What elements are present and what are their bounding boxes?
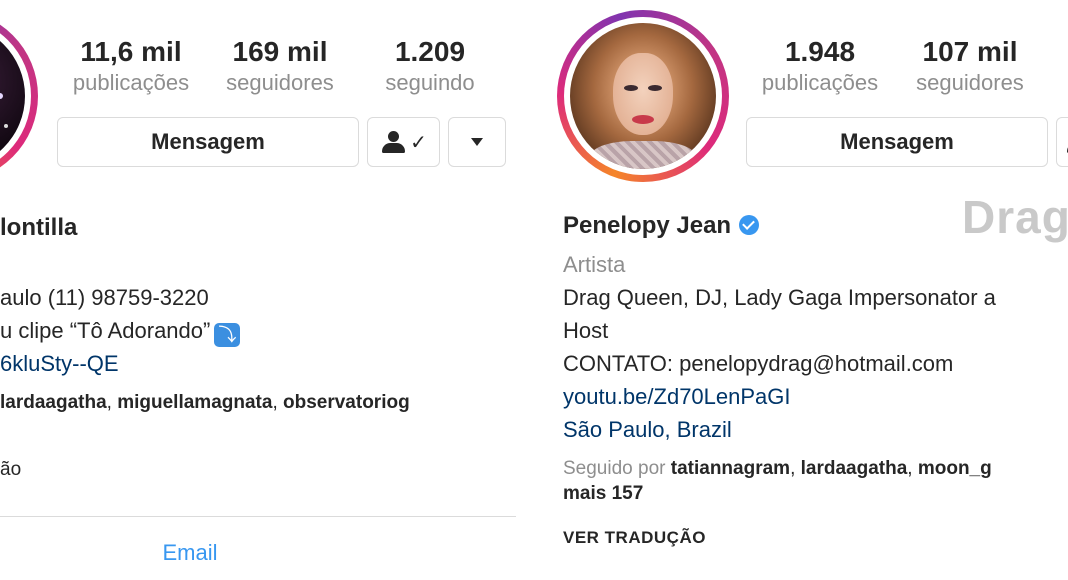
message-button[interactable]: Mensagem bbox=[57, 117, 359, 167]
bio-line: Drag Queen, DJ, Lady Gaga Impersonator a bbox=[563, 285, 996, 310]
bio-line: CONTATO: penelopydrag@hotmail.com bbox=[563, 351, 954, 376]
stat-posts[interactable]: 11,6 mil publicações bbox=[56, 36, 206, 96]
chevron-down-icon bbox=[471, 138, 483, 146]
following-label: seguindo bbox=[385, 70, 475, 95]
email-button[interactable]: Email bbox=[130, 540, 250, 566]
stat-following[interactable]: 1.209 seguindo bbox=[355, 36, 505, 96]
profile-name: Penelopy Jean bbox=[563, 212, 760, 240]
stat-posts[interactable]: 1.948 publicações bbox=[745, 36, 895, 96]
bio-line: aulo (11) 98759-3220 bbox=[0, 285, 209, 310]
posts-label: publicações bbox=[761, 70, 879, 95]
following-button[interactable] bbox=[1056, 117, 1068, 167]
verified-badge-icon bbox=[739, 215, 760, 235]
avatar-photo bbox=[570, 23, 716, 169]
profile-category: Artista bbox=[563, 252, 626, 277]
divider bbox=[0, 516, 516, 517]
posts-count: 11,6 mil bbox=[80, 36, 182, 67]
stat-followers[interactable]: 169 mil seguidores bbox=[205, 36, 355, 96]
bio-line: u clipe “Tô Adorando” ⤵ bbox=[0, 317, 241, 347]
posts-label: publicações bbox=[72, 70, 190, 95]
following-button[interactable]: ✓ bbox=[367, 117, 440, 167]
profile-panel-left: 11,6 mil publicações 169 mil seguidores … bbox=[0, 0, 534, 580]
stat-followers[interactable]: 107 mil seguidores bbox=[895, 36, 1045, 96]
bio-link[interactable]: youtu.be/Zd70LenPaGI bbox=[563, 383, 791, 411]
check-icon: ✓ bbox=[410, 131, 427, 154]
see-translation-link[interactable]: ão bbox=[0, 456, 21, 484]
followed-by-more[interactable]: mais 157 bbox=[563, 480, 643, 508]
suggestions-dropdown-button[interactable] bbox=[448, 117, 506, 167]
followers-count: 107 mil bbox=[922, 36, 1018, 67]
arrow-down-right-icon: ⤵ bbox=[214, 323, 241, 347]
bio-link[interactable]: 6kluSty--QE bbox=[0, 350, 119, 378]
watermark-logo: Drag bbox=[962, 191, 1068, 243]
bio-line: Host bbox=[563, 318, 609, 343]
followers-count: 169 mil bbox=[232, 36, 328, 67]
person-icon bbox=[380, 131, 406, 153]
followers-label: seguidores bbox=[226, 70, 334, 95]
followed-by[interactable]: lardaagatha, miguellamagnata, observator… bbox=[0, 389, 410, 417]
followers-label: seguidores bbox=[916, 70, 1024, 95]
posts-count: 1.948 bbox=[784, 36, 856, 67]
location-link[interactable]: São Paulo, Brazil bbox=[563, 416, 732, 444]
profile-name: lontilla bbox=[0, 214, 78, 241]
see-translation-link[interactable]: VER TRADUÇÃO bbox=[563, 524, 706, 552]
followed-by[interactable]: Seguido por tatiannagram, lardaagatha, m… bbox=[563, 455, 992, 483]
following-count: 1.209 bbox=[394, 36, 466, 67]
profile-avatar[interactable] bbox=[0, 10, 38, 182]
profile-avatar[interactable] bbox=[557, 10, 729, 182]
message-button[interactable]: Mensagem bbox=[746, 117, 1048, 167]
profile-panel-right: 1.948 publicações 107 mil seguidores Men… bbox=[534, 0, 1068, 580]
